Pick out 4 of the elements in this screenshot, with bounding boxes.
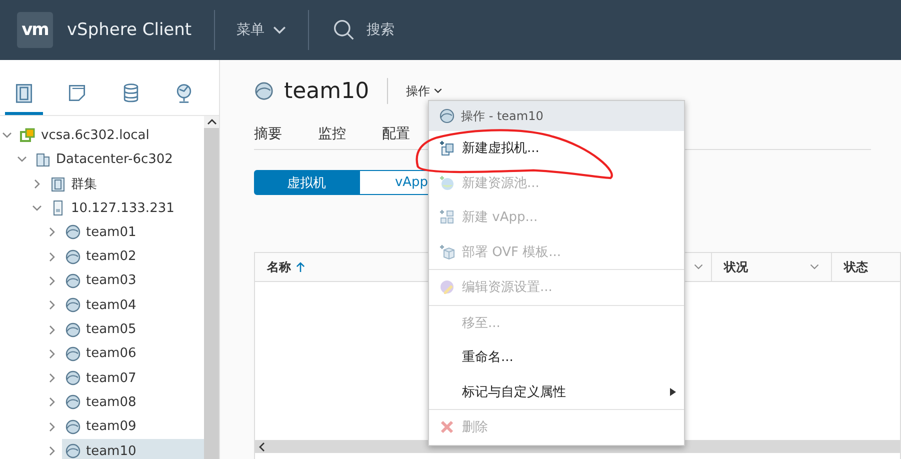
product-name: vSphere Client [67,20,192,40]
vm-logo: vm [17,12,53,48]
menu-title: 操作 - team10 [461,108,544,124]
object-title: team10 [284,78,370,104]
